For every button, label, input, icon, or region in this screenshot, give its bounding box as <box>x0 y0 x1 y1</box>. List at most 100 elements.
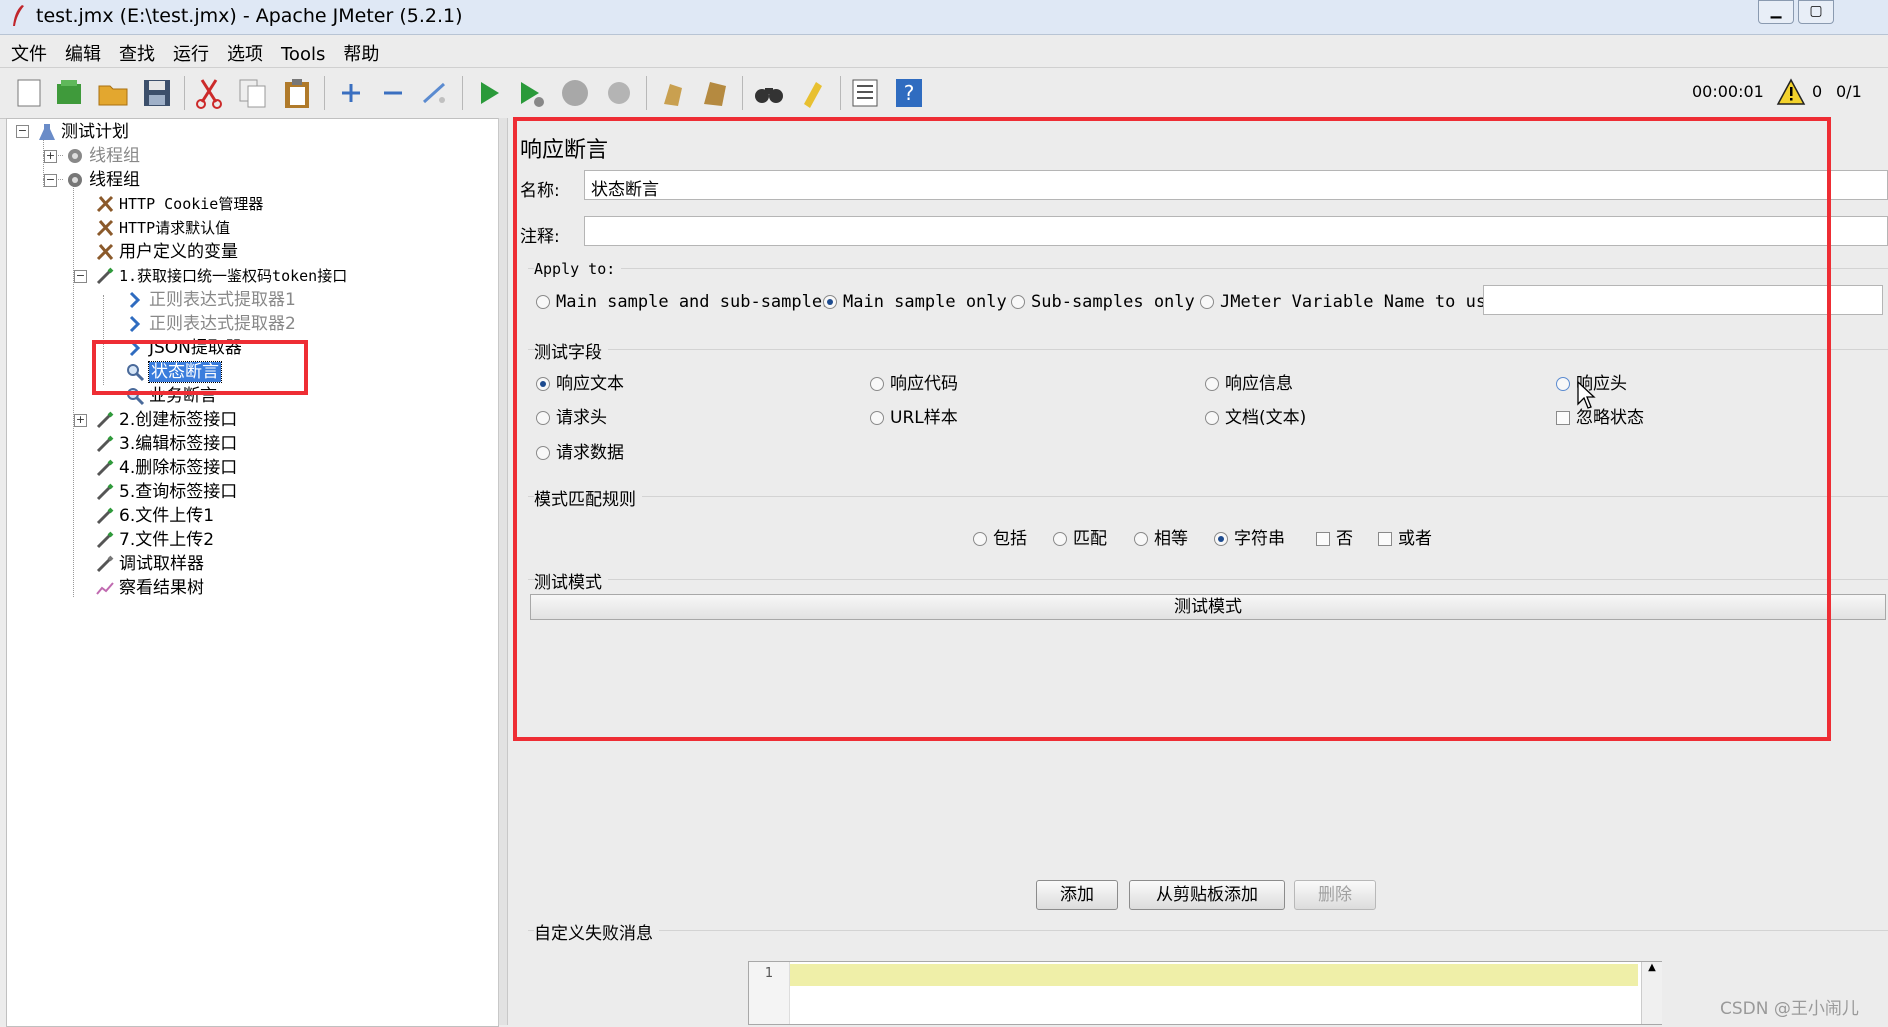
tree-label: 5.查询标签接口 <box>119 482 238 502</box>
option-label: 响应代码 <box>890 374 958 394</box>
tree-node-request-5[interactable]: 5.查询标签接口 <box>95 481 237 503</box>
reset-search-icon[interactable] <box>796 76 830 110</box>
tree-node-test-plan[interactable]: 测试计划 <box>37 121 129 143</box>
collapse-toggle[interactable]: − <box>44 174 57 187</box>
menu-file[interactable]: 文件 <box>0 35 54 66</box>
field-request-data[interactable]: 请求数据 <box>536 438 624 463</box>
pane-splitter[interactable] <box>498 118 508 1025</box>
tree-label: 察看结果树 <box>119 578 204 598</box>
expand-toggle[interactable]: + <box>74 414 87 427</box>
tree-node-request-2[interactable]: 2.创建标签接口 <box>95 409 237 431</box>
maximize-button[interactable]: ▢ <box>1798 0 1834 24</box>
ignore-status-checkbox[interactable]: 忽略状态 <box>1556 403 1644 428</box>
editor-scrollbar[interactable]: ▲ <box>1641 962 1662 1024</box>
delete-button[interactable]: 删除 <box>1294 880 1376 910</box>
pipette-icon <box>96 411 114 429</box>
menu-tools[interactable]: Tools <box>270 39 332 65</box>
field-response-message[interactable]: 响应信息 <box>1205 369 1293 394</box>
expand-toggle[interactable]: + <box>44 150 57 163</box>
menu-run[interactable]: 运行 <box>162 35 216 66</box>
warning-icon[interactable] <box>1776 77 1806 107</box>
tree-node-json-extractor[interactable]: JSON提取器 <box>125 337 242 359</box>
warning-count: 0 <box>1812 82 1823 101</box>
field-response-code[interactable]: 响应代码 <box>870 369 958 394</box>
add-button[interactable]: 添加 <box>1036 880 1118 910</box>
patterns-table-header[interactable]: 测试模式 <box>530 594 1886 620</box>
menu-search[interactable]: 查找 <box>108 35 162 66</box>
start-icon[interactable] <box>472 76 506 110</box>
tree-node-request-3[interactable]: 3.编辑标签接口 <box>95 433 237 455</box>
name-field[interactable]: 状态断言 <box>584 170 1888 200</box>
tree-node-request-1[interactable]: 1.获取接口统一鉴权码token接口 <box>95 265 347 287</box>
shutdown-icon[interactable] <box>602 76 636 110</box>
apply-main-and-sub[interactable]: Main sample and sub-samples <box>536 292 832 312</box>
add-from-clipboard-button[interactable]: 从剪贴板添加 <box>1129 880 1285 910</box>
checkbox-indicator <box>1316 532 1330 546</box>
tree-node-status-assertion[interactable]: 状态断言 <box>125 361 222 383</box>
failure-message-editor[interactable]: 1 ▲ <box>748 961 1662 1025</box>
expand-all-icon[interactable] <box>334 76 368 110</box>
tree-node-regex-extractor-2[interactable]: 正则表达式提取器2 <box>125 313 296 335</box>
menu-edit[interactable]: 编辑 <box>54 35 108 66</box>
help-icon[interactable]: ? <box>892 76 926 110</box>
minimize-button[interactable]: ▁ <box>1758 0 1794 24</box>
patterns-label: 测试模式 <box>534 568 608 593</box>
cut-icon[interactable] <box>192 76 226 110</box>
tree-node-business-assertion[interactable]: 业务断言 <box>125 385 217 407</box>
collapse-toggle[interactable]: − <box>16 125 29 138</box>
option-label: 相等 <box>1154 529 1188 549</box>
tree-node-regex-extractor-1[interactable]: 正则表达式提取器1 <box>125 289 296 311</box>
rule-matches[interactable]: 匹配 <box>1053 524 1107 549</box>
watermark: CSDN @王小闹儿 <box>1720 999 1859 1019</box>
save-icon[interactable] <box>140 76 174 110</box>
field-response-text[interactable]: 响应文本 <box>536 369 624 394</box>
apply-sub-only[interactable]: Sub-samples only <box>1011 292 1195 312</box>
stop-icon[interactable] <box>558 76 592 110</box>
templates-icon[interactable] <box>52 76 86 110</box>
tree-node-request-6[interactable]: 6.文件上传1 <box>95 505 214 527</box>
field-url-sampled[interactable]: URL样本 <box>870 403 958 428</box>
tree-node-thread-group-2[interactable]: 线程组 <box>65 169 140 191</box>
rule-substring[interactable]: 字符串 <box>1214 524 1285 549</box>
radio-indicator <box>536 377 550 391</box>
paste-icon[interactable] <box>280 76 314 110</box>
tree-node-cookie-manager[interactable]: HTTP Cookie管理器 <box>95 193 263 215</box>
field-document-text[interactable]: 文档(文本) <box>1205 403 1306 428</box>
clear-all-icon[interactable] <box>698 76 732 110</box>
tree-node-http-defaults[interactable]: HTTP请求默认值 <box>95 217 230 239</box>
tree-node-request-7[interactable]: 7.文件上传2 <box>95 529 214 551</box>
rule-not-checkbox[interactable]: 否 <box>1316 524 1353 549</box>
comment-field[interactable] <box>584 216 1888 246</box>
open-icon[interactable] <box>96 76 130 110</box>
function-helper-icon[interactable] <box>848 76 882 110</box>
apply-jmeter-variable[interactable]: JMeter Variable Name to use <box>1200 292 1496 312</box>
field-request-headers[interactable]: 请求头 <box>536 403 607 428</box>
tree-node-thread-group-1[interactable]: 线程组 <box>65 145 140 167</box>
collapse-all-icon[interactable] <box>376 76 410 110</box>
apply-main-only[interactable]: Main sample only <box>823 292 1007 312</box>
rule-contains[interactable]: 包括 <box>973 524 1027 549</box>
option-label: Main sample only <box>843 292 1007 312</box>
new-icon[interactable] <box>12 76 46 110</box>
tree-node-results-tree[interactable]: 察看结果树 <box>95 577 204 599</box>
menu-options[interactable]: 选项 <box>216 35 270 66</box>
svg-text:?: ? <box>904 81 915 105</box>
rule-equals[interactable]: 相等 <box>1134 524 1188 549</box>
radio-indicator <box>536 295 550 309</box>
menu-help[interactable]: 帮助 <box>332 35 386 66</box>
tree-node-debug-sampler[interactable]: 调试取样器 <box>95 553 204 575</box>
copy-icon[interactable] <box>236 76 270 110</box>
tree-node-user-vars[interactable]: 用户定义的变量 <box>95 241 238 263</box>
collapse-toggle[interactable]: − <box>74 270 87 283</box>
search-binoculars-icon[interactable] <box>752 76 786 110</box>
start-no-pauses-icon[interactable] <box>514 76 548 110</box>
patterns-table-body[interactable] <box>530 620 1886 1000</box>
match-rules-label: 模式匹配规则 <box>534 485 642 510</box>
tree-label: 正则表达式提取器1 <box>149 290 296 310</box>
option-label: 请求数据 <box>556 443 624 463</box>
rule-or-checkbox[interactable]: 或者 <box>1378 524 1432 549</box>
jmeter-variable-field[interactable] <box>1483 285 1883 315</box>
tree-node-request-4[interactable]: 4.删除标签接口 <box>95 457 237 479</box>
toggle-icon[interactable] <box>418 76 452 110</box>
clear-icon[interactable] <box>656 76 690 110</box>
